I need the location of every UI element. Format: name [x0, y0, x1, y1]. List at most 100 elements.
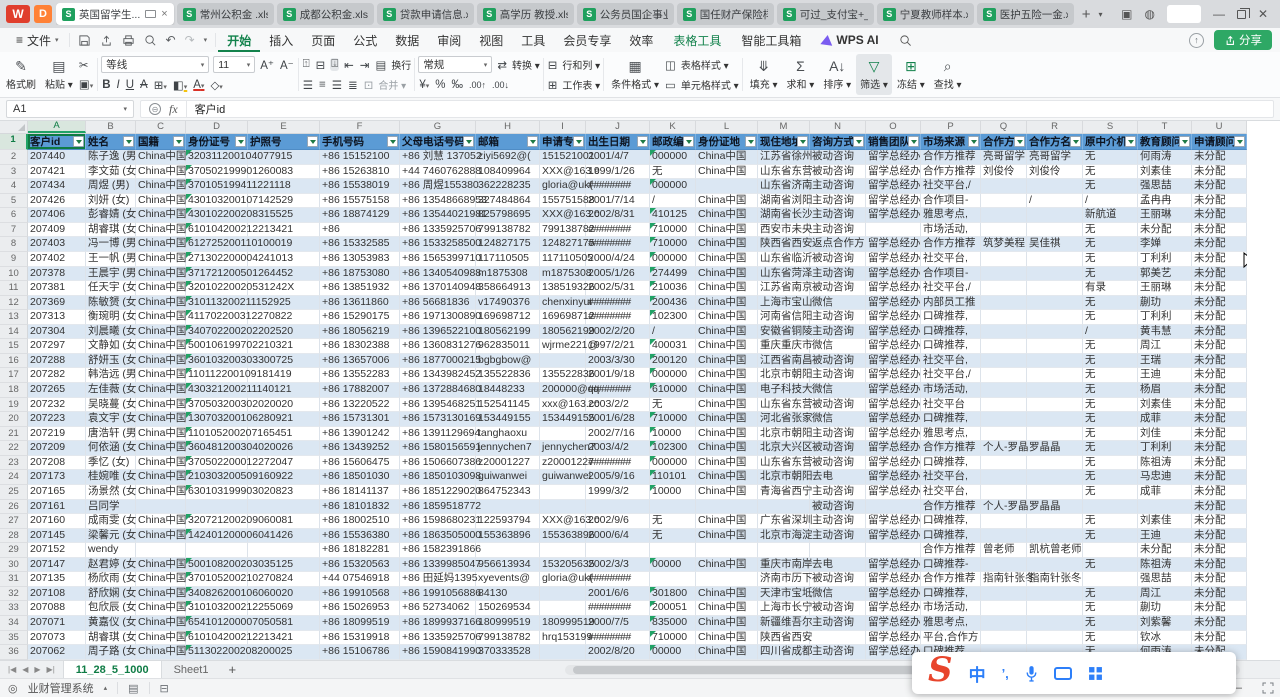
cell-J2[interactable]: 2001/4/7	[586, 150, 650, 165]
cell-B17[interactable]: 韩浩远 (男	[86, 368, 136, 383]
cell-G8[interactable]: +86 1533258500	[400, 237, 476, 252]
cell-R20[interactable]	[1027, 412, 1083, 427]
column-header-Q[interactable]: Q	[981, 121, 1027, 133]
cell-D34[interactable]: 654101200007050581	[186, 616, 248, 631]
cell-M31[interactable]: 济南市历下	[758, 572, 810, 587]
cell-G9[interactable]: +86 1565399710	[400, 252, 476, 267]
cell-T30[interactable]: 陈祖涛	[1138, 558, 1192, 573]
cell-A15[interactable]: 207297	[28, 339, 86, 354]
cell-U9[interactable]: 未分配	[1192, 252, 1247, 267]
cell-Q17[interactable]	[981, 368, 1027, 383]
cell-O11[interactable]: 留学总经办	[866, 281, 921, 296]
cell-M4[interactable]: 山东省济南	[758, 179, 810, 194]
cell-Q21[interactable]	[981, 427, 1027, 442]
cell-H24[interactable]: guiwanwei	[476, 470, 540, 485]
cell-L2[interactable]: China中国	[696, 150, 758, 165]
undo-icon[interactable]: ↶	[166, 33, 176, 47]
cell-B9[interactable]: 王一帆 (男	[86, 252, 136, 267]
cell-T10[interactable]: 郭美艺	[1138, 267, 1192, 282]
row-number[interactable]: 3	[0, 165, 28, 180]
cell-A23[interactable]: 207208	[28, 456, 86, 471]
cell-G19[interactable]: +86 1395468251	[400, 398, 476, 413]
cell-C13[interactable]: China中国	[136, 310, 186, 325]
align-center-icon[interactable]: ≡	[318, 79, 327, 91]
cell-U3[interactable]: 未分配	[1192, 165, 1247, 180]
cell-Q29[interactable]: 曾老师	[981, 543, 1027, 558]
cell-S22[interactable]: 无	[1083, 441, 1138, 456]
cell-O3[interactable]: 留学总经办	[866, 165, 921, 180]
cell-C18[interactable]: China中国	[136, 383, 186, 398]
cell-K17[interactable]: 000000	[650, 368, 696, 383]
cell-P29[interactable]: 合作方推荐	[921, 543, 981, 558]
cell-I17[interactable]: 135522836	[540, 368, 586, 383]
cell-T22[interactable]: 丁利利	[1138, 441, 1192, 456]
row-number[interactable]: 34	[0, 616, 28, 631]
cell-H29[interactable]	[476, 543, 540, 558]
document-tab[interactable]: S医护五险一金.xlsx	[977, 3, 1074, 25]
cell-P14[interactable]: 口碑推荐,	[921, 325, 981, 340]
cell-A36[interactable]: 207062	[28, 645, 86, 660]
cell-M2[interactable]: 江苏省徐州	[758, 150, 810, 165]
cell-H12[interactable]: v17490376	[476, 296, 540, 311]
cell-D11[interactable]: 32010220020531242X	[186, 281, 248, 296]
cell-Q23[interactable]	[981, 456, 1027, 471]
cell-B32[interactable]: 舒欣娴 (女	[86, 587, 136, 602]
cell-Q34[interactable]	[981, 616, 1027, 631]
cell-H7[interactable]: 799138782	[476, 223, 540, 238]
cell-Q10[interactable]	[981, 267, 1027, 282]
cell-S4[interactable]: 无	[1083, 179, 1138, 194]
cell-I29[interactable]	[540, 543, 586, 558]
row-number[interactable]: 20	[0, 412, 28, 427]
cell-I21[interactable]	[540, 427, 586, 442]
cell-N26[interactable]: 被动咨询	[810, 500, 866, 515]
column-header-C[interactable]: C	[136, 121, 186, 133]
cell-S15[interactable]: 无	[1083, 339, 1138, 354]
cell-O35[interactable]: 留学总经办	[866, 631, 921, 646]
cell-S21[interactable]: 无	[1083, 427, 1138, 442]
cell-I32[interactable]	[540, 587, 586, 602]
header-cell-O1[interactable]: 销售团队	[866, 134, 921, 150]
cell-L17[interactable]: China中国	[696, 368, 758, 383]
cell-I10[interactable]: m1875308	[540, 267, 586, 282]
align-middle-icon[interactable]: ⊟	[315, 58, 327, 72]
cell-G12[interactable]: +86 56681836	[400, 296, 476, 311]
cell-T19[interactable]: 刘素佳	[1138, 398, 1192, 413]
cell-L4[interactable]	[696, 179, 758, 194]
cell-F22[interactable]: +86 13439252	[320, 441, 400, 456]
cell-G32[interactable]: +86 1991056886	[400, 587, 476, 602]
cell-J31[interactable]: ########	[586, 572, 650, 587]
cell-U34[interactable]: 未分配	[1192, 616, 1247, 631]
cell-M25[interactable]: 青海省西宁	[758, 485, 810, 500]
cell-G36[interactable]: +86 1590841990	[400, 645, 476, 660]
cell-T3[interactable]: 刘素佳	[1138, 165, 1192, 180]
cell-T34[interactable]: 刘紫馨	[1138, 616, 1192, 631]
row-number[interactable]: 17	[0, 368, 28, 383]
cell-J5[interactable]: 2001/7/14	[586, 194, 650, 209]
cell-C7[interactable]: China中国	[136, 223, 186, 238]
cell-G33[interactable]: +86 52734062	[400, 601, 476, 616]
cell-R22[interactable]: 罗晶晶	[1027, 441, 1083, 456]
cell-I3[interactable]: XXX@163.c	[540, 165, 586, 180]
row-number[interactable]: 12	[0, 296, 28, 311]
cell-I19[interactable]: xxx@163.cc	[540, 398, 586, 413]
cell-K4[interactable]: 000000	[650, 179, 696, 194]
cell-K8[interactable]: 710000	[650, 237, 696, 252]
cell-U25[interactable]: 未分配	[1192, 485, 1247, 500]
cell-T32[interactable]: 周江	[1138, 587, 1192, 602]
cell-O29[interactable]	[866, 543, 921, 558]
cell-L24[interactable]: China中国	[696, 470, 758, 485]
cell-J25[interactable]: 1999/3/2	[586, 485, 650, 500]
cell-K21[interactable]: 10000	[650, 427, 696, 442]
cell-U28[interactable]: 未分配	[1192, 529, 1247, 544]
cell-I36[interactable]	[540, 645, 586, 660]
cell-B18[interactable]: 左佳薇 (女	[86, 383, 136, 398]
cell-R8[interactable]: 吴佳祺	[1027, 237, 1083, 252]
tab-页面[interactable]: 页面	[302, 28, 344, 52]
cell-D18[interactable]: 430321200211140121	[186, 383, 248, 398]
cell-R7[interactable]	[1027, 223, 1083, 238]
cell-O10[interactable]: 留学总经办	[866, 267, 921, 282]
next-sheet-icon[interactable]: ▶	[34, 665, 40, 674]
cell-N15[interactable]: 微信	[810, 339, 866, 354]
cell-H30[interactable]: 956613934	[476, 558, 540, 573]
cell-I25[interactable]	[540, 485, 586, 500]
